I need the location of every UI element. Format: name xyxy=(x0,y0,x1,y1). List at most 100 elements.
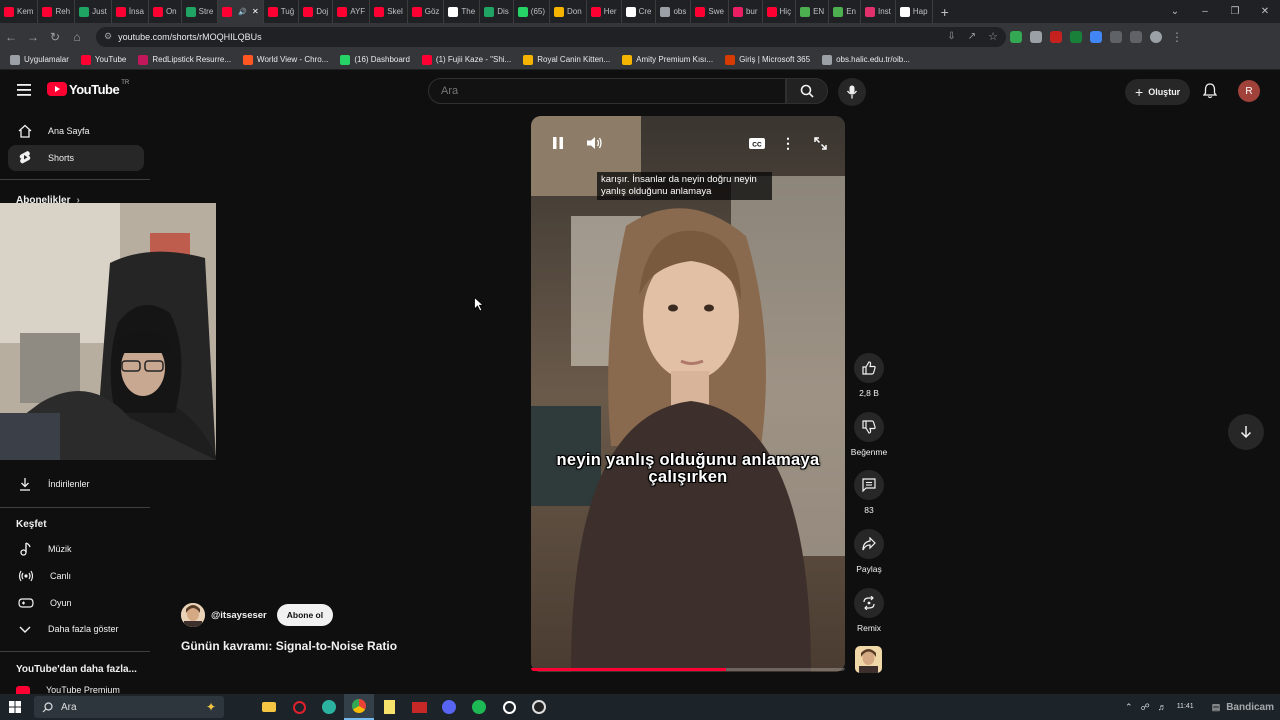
browser-tab[interactable]: Dis xyxy=(480,0,514,23)
start-button[interactable] xyxy=(0,694,30,720)
tab-close-icon[interactable]: ✕ xyxy=(252,7,259,16)
comments-button[interactable] xyxy=(854,470,884,500)
search-button[interactable] xyxy=(786,78,828,104)
create-button[interactable]: + Oluştur xyxy=(1125,79,1191,105)
dislike-button[interactable] xyxy=(854,412,884,442)
menu-dots-icon[interactable]: ⋮ xyxy=(1166,30,1188,44)
remix-button[interactable] xyxy=(854,588,884,618)
video-progress-bar[interactable] xyxy=(531,668,845,671)
extension-shield-icon[interactable] xyxy=(1010,30,1022,43)
browser-tab[interactable]: On xyxy=(149,0,182,23)
browser-tab[interactable]: 🔊 ✕ xyxy=(218,0,264,23)
tray-volume-icon[interactable]: ♬ xyxy=(1158,702,1167,712)
browser-tab[interactable]: Swe xyxy=(691,0,729,23)
extension-blue-icon[interactable] xyxy=(1090,30,1102,43)
extension-icon[interactable] xyxy=(1030,30,1042,43)
forward-icon[interactable]: → xyxy=(22,30,44,44)
subscribe-button[interactable]: Abone ol xyxy=(276,604,334,626)
browser-tab[interactable]: The xyxy=(444,0,481,23)
short-video-player[interactable]: CC ⋮ karışır. İnsanlar da neyin doğru ne… xyxy=(531,116,845,672)
browser-tab[interactable]: Tuğ xyxy=(264,0,300,23)
pause-button[interactable] xyxy=(542,132,574,154)
side-panel-icon[interactable] xyxy=(1130,30,1142,43)
account-avatar[interactable]: R xyxy=(1238,80,1260,102)
browser-tab[interactable]: Stre xyxy=(182,0,219,23)
browser-tab[interactable]: Cre xyxy=(622,0,657,23)
browser-tab[interactable]: Inst xyxy=(861,0,896,23)
browser-tab[interactable]: bur xyxy=(729,0,763,23)
extensions-puzzle-icon[interactable] xyxy=(1110,30,1122,43)
browser-tab[interactable]: obs xyxy=(656,0,692,23)
site-info-icon[interactable]: ⚙ xyxy=(104,31,112,42)
profile-avatar-icon[interactable] xyxy=(1150,30,1162,43)
captions-button[interactable]: CC xyxy=(741,132,773,154)
browser-tab[interactable]: AYF xyxy=(333,0,371,23)
sound-thumbnail[interactable] xyxy=(855,646,882,673)
back-icon[interactable]: ← xyxy=(0,30,22,44)
extension-green-icon[interactable] xyxy=(1070,30,1082,43)
browser-tab[interactable]: En xyxy=(829,0,861,23)
taskbar-opera[interactable] xyxy=(284,694,314,720)
bookmark-item[interactable]: Royal Canin Kitten... xyxy=(523,54,610,65)
fullscreen-button[interactable] xyxy=(804,132,836,154)
browser-tab[interactable]: (65) xyxy=(514,0,551,23)
browser-tab[interactable]: Hap xyxy=(896,0,933,23)
voice-search-button[interactable] xyxy=(838,78,866,106)
browser-tab[interactable]: İnsa xyxy=(112,0,149,23)
taskbar-search[interactable]: Ara ✦ xyxy=(34,696,224,718)
taskbar-edge[interactable] xyxy=(314,694,344,720)
tray-chevron-up-icon[interactable]: ⌃ xyxy=(1125,702,1133,713)
tab-search-chevron-icon[interactable]: ⌄ xyxy=(1160,6,1190,17)
taskbar-discord[interactable] xyxy=(434,694,464,720)
home-icon[interactable]: ⌂ xyxy=(66,30,88,44)
taskbar-obs-recorder[interactable] xyxy=(404,694,434,720)
search-input[interactable] xyxy=(428,78,786,104)
browser-tab[interactable]: Just xyxy=(75,0,112,23)
bookmark-item[interactable]: Giriş | Microsoft 365 xyxy=(725,54,810,65)
sidebar-item-shorts[interactable]: Shorts xyxy=(8,145,144,171)
extension-red-icon[interactable] xyxy=(1050,30,1062,43)
taskbar-chrome[interactable] xyxy=(344,694,374,720)
sidebar-item-downloads[interactable]: İndirilenler xyxy=(8,471,144,497)
more-options-button[interactable]: ⋮ xyxy=(772,132,804,154)
minimize-icon[interactable]: – xyxy=(1190,6,1220,17)
close-window-icon[interactable]: ✕ xyxy=(1250,6,1280,17)
share-button[interactable] xyxy=(854,529,884,559)
sidebar-item-show-more[interactable]: Daha fazla göster xyxy=(8,616,144,642)
notifications-bell-icon[interactable] xyxy=(1203,83,1217,99)
bookmark-item[interactable]: obs.halic.edu.tr/oib... xyxy=(822,54,910,65)
notification-center-icon[interactable]: ▤ xyxy=(1212,702,1221,713)
bookmark-item[interactable]: (16) Dashboard xyxy=(340,54,410,65)
tab-audio-icon[interactable]: 🔊 xyxy=(238,8,247,16)
channel-avatar[interactable] xyxy=(181,603,205,627)
next-short-button[interactable] xyxy=(1228,414,1264,450)
taskbar-obs[interactable] xyxy=(524,694,554,720)
address-bar[interactable]: ⚙ youtube.com/shorts/rMOQHILQBUs ⇩ ↗ ☆ xyxy=(96,26,1006,47)
sidebar-item-premium[interactable]: YouTube Premium xyxy=(16,686,120,694)
reload-icon[interactable]: ↻ xyxy=(44,30,66,44)
taskbar-app[interactable] xyxy=(494,694,524,720)
bookmark-item[interactable]: Amity Premium Kısı... xyxy=(622,54,713,65)
browser-tab[interactable]: Skel xyxy=(370,0,408,23)
install-icon[interactable]: ⇩ xyxy=(947,31,955,42)
hamburger-menu-icon[interactable] xyxy=(17,84,31,96)
volume-button[interactable] xyxy=(579,132,611,154)
sidebar-item-home[interactable]: Ana Sayfa xyxy=(8,118,144,144)
browser-tab[interactable]: Doj xyxy=(299,0,334,23)
taskbar-spotify[interactable] xyxy=(464,694,494,720)
browser-tab[interactable]: Her xyxy=(587,0,622,23)
new-tab-button[interactable]: + xyxy=(933,4,957,20)
share-icon[interactable]: ↗ xyxy=(968,31,976,42)
tray-network-icon[interactable]: ☍ xyxy=(1141,702,1150,713)
maximize-icon[interactable]: ❐ xyxy=(1220,6,1250,17)
taskbar-clock[interactable]: 11:41 xyxy=(1177,703,1194,711)
bookmark-item[interactable]: RedLipstick Resurre... xyxy=(138,54,231,65)
browser-tab[interactable]: Reh xyxy=(38,0,76,23)
bookmark-item[interactable]: Uygulamalar xyxy=(10,54,69,65)
like-button[interactable] xyxy=(854,353,884,383)
bookmark-item[interactable]: World View - Chro... xyxy=(243,54,328,65)
bookmark-item[interactable]: (1) Fujii Kaze - "Shi... xyxy=(421,54,511,65)
channel-name[interactable]: @itsayseser xyxy=(211,610,267,621)
bookmark-item[interactable]: YouTube xyxy=(80,54,126,65)
taskbar-notes[interactable] xyxy=(374,694,404,720)
